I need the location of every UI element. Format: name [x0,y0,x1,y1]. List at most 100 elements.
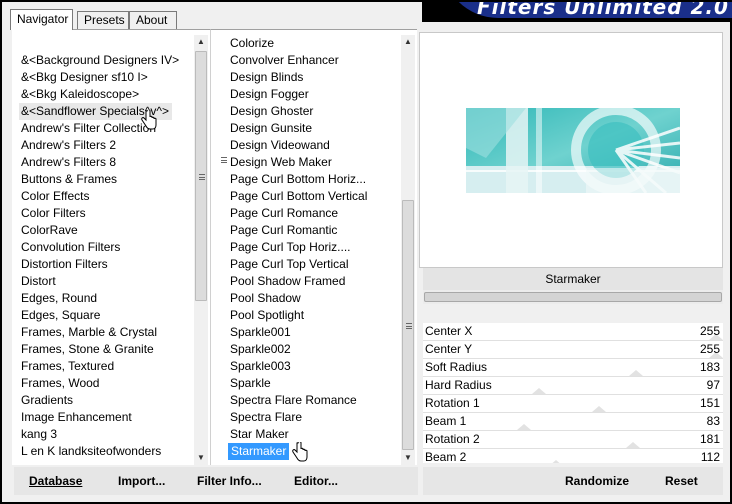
filter-item[interactable]: Pool Shadow Framed [228,273,345,290]
filter-scrollbar[interactable]: ▲ ▼ [401,35,415,465]
category-item[interactable]: &<Bkg Kaleidoscope> [19,86,139,103]
param-row[interactable]: Hard Radius 97 [423,377,723,395]
tab-about[interactable]: About [129,11,177,29]
category-item[interactable]: &<Background Designers IV> [19,52,179,69]
scroll-up-icon[interactable]: ▲ [194,35,208,49]
filters-unlimited-window: Filters Unlimited 2.0 Navigator Presets … [0,0,732,504]
param-value: 183 [699,360,720,374]
category-item[interactable]: Frames, Stone & Granite [19,341,154,358]
param-slider-handle[interactable] [517,424,531,430]
category-item[interactable]: Distortion Filters [19,256,108,273]
randomize-button[interactable]: Randomize [565,474,629,488]
category-item[interactable]: Image Enhancement [19,409,132,426]
scroll-down-icon[interactable]: ▼ [194,451,208,465]
category-item[interactable]: Frames, Marble & Crystal [19,324,157,341]
list-marker-icon [221,157,227,163]
filter-item[interactable]: Design Blinds [228,69,303,86]
preview-panel [419,32,723,268]
category-item[interactable]: Distort [19,273,56,290]
database-button[interactable]: Database [29,474,82,488]
preview-scroll-thumb[interactable] [424,292,722,302]
category-item[interactable]: Frames, Wood [19,375,99,392]
category-item[interactable]: Buttons & Frames [19,171,117,188]
grip-icon [406,323,412,329]
category-item[interactable]: ColorRave [19,222,78,239]
filter-name-label: Starmaker [423,268,723,290]
scroll-up-icon[interactable]: ▲ [401,35,415,49]
category-item[interactable]: Andrew's Filter Collection [19,120,156,137]
filter-item[interactable]: Design Fogger [228,86,309,103]
category-scroll-thumb[interactable] [195,51,207,301]
filter-info-button[interactable]: Filter Info... [197,474,262,488]
param-row[interactable]: Soft Radius 183 [423,359,723,377]
filter-item[interactable]: Page Curl Bottom Vertical [228,188,367,205]
filter-item[interactable]: Page Curl Romance [228,205,338,222]
filter-item[interactable]: Page Curl Bottom Horiz... [228,171,366,188]
category-item[interactable]: kang 3 [19,426,57,443]
param-label: Beam 1 [425,414,467,428]
editor-button[interactable]: Editor... [294,474,338,488]
category-item[interactable]: Edges, Square [19,307,100,324]
category-item[interactable]: Andrew's Filters 8 [19,154,116,171]
filter-item[interactable]: Sparkle [228,375,271,392]
category-item[interactable]: Convolution Filters [19,239,120,256]
filter-item[interactable]: Spectra Flare Romance [228,392,357,409]
import-button[interactable]: Import... [118,474,165,488]
param-row[interactable]: Center X 255 [423,323,723,341]
param-value: 112 [700,450,720,463]
filter-item[interactable]: Design Web Maker [228,154,332,171]
category-item[interactable]: Edges, Round [19,290,97,307]
reset-button[interactable]: Reset [665,474,698,488]
param-row[interactable]: Rotation 1 151 [423,395,723,413]
preview-thumbnail [466,108,680,193]
filter-item[interactable]: Sparkle001 [228,324,291,341]
param-slider-handle[interactable] [626,442,640,448]
param-row[interactable]: Beam 1 83 [423,413,723,431]
filter-item[interactable]: Convolver Enhancer [228,52,339,69]
category-item[interactable]: Gradients [19,392,73,409]
banner-title: Filters Unlimited 2.0 [477,2,729,19]
filter-item[interactable]: Sparkle002 [228,341,291,358]
filter-item[interactable]: Pool Spotlight [228,307,304,324]
category-item[interactable]: L en K landksiteofwonders [19,443,161,460]
filter-scroll-thumb[interactable] [402,200,414,450]
filter-item[interactable]: Page Curl Top Vertical [228,256,349,273]
param-value: 97 [706,378,720,392]
filter-item[interactable]: Colorize [228,35,274,52]
category-item[interactable]: &<Bkg Designer sf10 I> [19,69,148,86]
filter-item[interactable]: Starmaker [228,443,290,460]
category-item[interactable]: Frames, Textured [19,358,114,375]
param-value: 181 [699,432,720,446]
preview-scrollbar[interactable] [423,290,723,304]
filter-item[interactable]: Sparkle003 [228,358,291,375]
param-slider-handle[interactable] [592,406,606,412]
tab-navigator[interactable]: Navigator [10,9,73,30]
filter-item[interactable]: Page Curl Top Horiz.... [228,239,351,256]
param-row[interactable]: Rotation 2 181 [423,431,723,449]
filter-list-panel: Colorize Convolver Enhancer Design Blinds D… [210,29,417,465]
filter-item[interactable]: Design Gunsite [228,120,312,137]
param-label: Center Y [425,342,473,356]
filter-item[interactable]: Star Maker [228,426,289,443]
category-item[interactable]: Color Filters [19,205,86,222]
param-slider-handle[interactable] [549,460,563,463]
filter-item[interactable]: Spectra Flare [228,409,302,426]
category-scrollbar[interactable]: ▲ ▼ [194,35,208,465]
filter-item[interactable]: Pool Shadow [228,290,301,307]
param-label: Hard Radius [425,378,492,392]
param-row[interactable]: Beam 2 112 [423,449,723,463]
hand-cursor-icon [292,442,308,462]
filter-item[interactable]: Page Curl Romantic [228,222,337,239]
param-row[interactable]: Center Y 255 [423,341,723,359]
param-slider-handle[interactable] [629,370,643,376]
filter-item[interactable]: Design Videowand [228,137,330,154]
param-label: Center X [425,324,473,338]
tab-presets[interactable]: Presets [77,11,129,29]
reset-button-label: Reset [665,474,698,488]
randomize-button-label: Randomize [565,474,630,488]
filter-item[interactable]: Design Ghoster [228,103,313,120]
param-slider-handle[interactable] [532,388,546,394]
scroll-down-icon[interactable]: ▼ [401,451,415,465]
category-item[interactable]: Andrew's Filters 2 [19,137,116,154]
category-item[interactable]: Color Effects [19,188,89,205]
